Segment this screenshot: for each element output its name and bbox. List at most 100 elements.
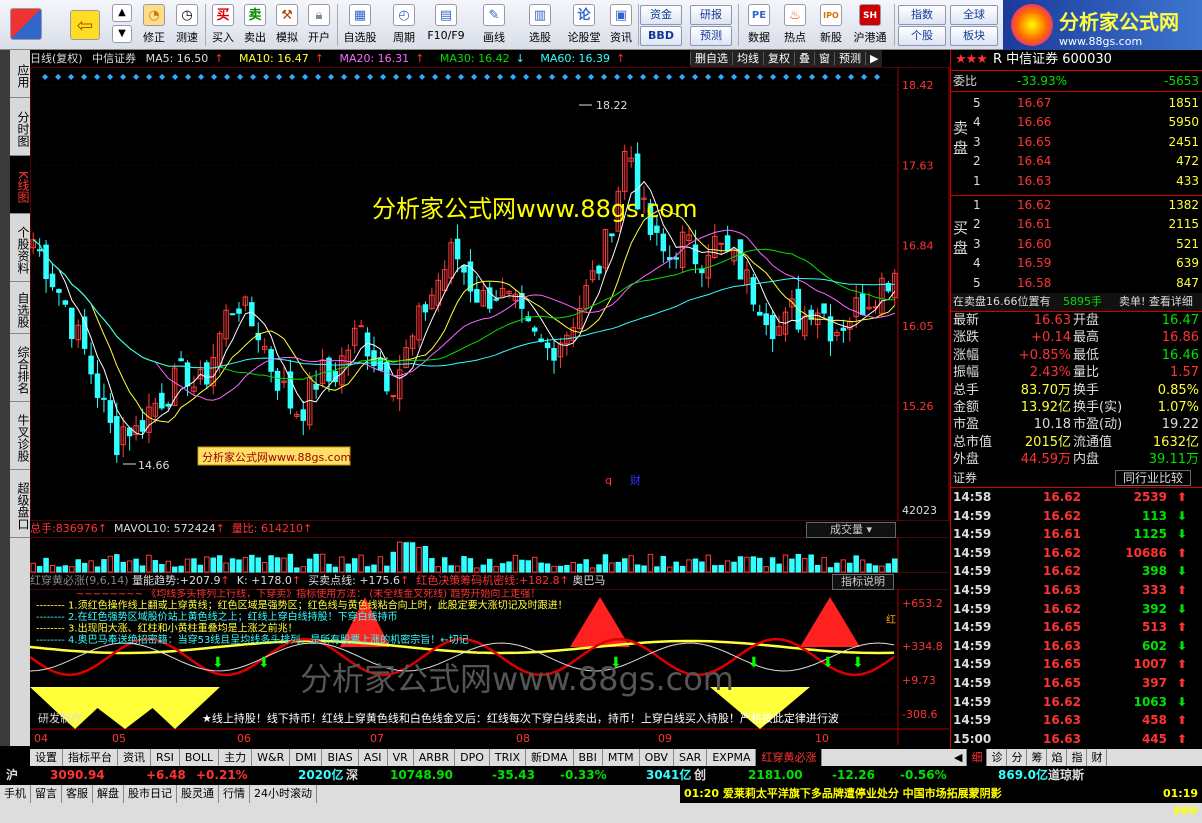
buy-level-row[interactable]: 1 16.62 1382: [951, 196, 1202, 214]
remove-watchlist-button[interactable]: 删自选: [690, 52, 732, 65]
indicator-tab[interactable]: DMI: [290, 749, 323, 766]
right-panel-tab[interactable]: 分: [1007, 749, 1028, 766]
window-button[interactable]: 窗: [814, 52, 834, 65]
industry-compare-button[interactable]: 同行业比较: [1115, 470, 1191, 486]
indicator-tab[interactable]: ASI: [359, 749, 388, 766]
fix-button[interactable]: ◔ 修正: [138, 2, 170, 48]
indicator-tab[interactable]: EXPMA: [707, 749, 757, 766]
global-button[interactable]: 全球: [950, 5, 998, 25]
indicator-tab[interactable]: W&R: [252, 749, 291, 766]
period-label[interactable]: 日线(复权): [30, 52, 83, 65]
sector-button[interactable]: 板块: [950, 26, 998, 46]
buy-level-row[interactable]: 4 16.59 639: [951, 254, 1202, 272]
watchlist-button[interactable]: ▦ 自选股: [340, 2, 380, 48]
data-button[interactable]: PE 数据: [742, 2, 776, 48]
back-button[interactable]: ⇦: [66, 2, 104, 48]
adjust-button[interactable]: 复权: [763, 52, 794, 65]
sell-level-row[interactable]: 2 16.64 472: [951, 152, 1202, 170]
home-button[interactable]: [4, 2, 48, 48]
ma-toggle-button[interactable]: 均线: [732, 52, 763, 65]
volume-dropdown[interactable]: 成交量 ▾: [806, 522, 896, 538]
forum-button[interactable]: 论论股堂: [564, 2, 604, 48]
tab-kline[interactable]: K线图: [10, 156, 30, 214]
kline-chart-area[interactable]: 日线(复权) 中信证券 MA5: 16.50 ↑ MA10: 16.47 ↑ MA2…: [30, 50, 950, 746]
tab-intraday[interactable]: 分时图: [10, 98, 30, 156]
period-button[interactable]: ◴ 周期: [384, 2, 424, 48]
indicator-tab[interactable]: DPO: [455, 749, 490, 766]
chart-canvas[interactable]: 18.4217.6316.8416.0515.26 ◆ ◆ ◆ ◆ ◆ ◆ ◆ ◆ ◆ ◆ ◆ ◆ ◆ ◆…: [30, 67, 950, 746]
tab-ranking[interactable]: 综合排名: [10, 334, 30, 402]
right-panel-tab[interactable]: 筹: [1027, 749, 1048, 766]
speed-test-button[interactable]: ◷ 测速: [172, 2, 202, 48]
status-link[interactable]: 行情: [219, 785, 250, 803]
indicator-tab[interactable]: 资讯: [118, 749, 151, 766]
buy-level-row[interactable]: 2 16.61 2115: [951, 215, 1202, 233]
indicator-tab[interactable]: RSI: [151, 749, 180, 766]
right-panel-tab[interactable]: 焰: [1047, 749, 1068, 766]
indicator-tab[interactable]: BOLL: [180, 749, 220, 766]
indicator-tab[interactable]: 设置: [30, 749, 63, 766]
indicator-help-button[interactable]: 指标说明: [832, 574, 894, 590]
scroll-left-icon[interactable]: ◀: [950, 749, 968, 766]
big-order-detail-link[interactable]: 卖单! 查看详细: [1119, 293, 1193, 311]
sell-level-row[interactable]: 4 16.66 5950: [951, 113, 1202, 131]
volume-bar: [319, 553, 326, 573]
overlay-button[interactable]: 叠: [794, 52, 814, 65]
right-panel-tab[interactable]: 财: [1087, 749, 1108, 766]
indicator-tab[interactable]: BBI: [574, 749, 603, 766]
tab-watchlist[interactable]: 自选股: [10, 282, 30, 334]
f10-button[interactable]: ▤ F10/F9: [426, 2, 466, 48]
status-link[interactable]: 解盘: [93, 785, 124, 803]
sell-button[interactable]: 卖卖出: [240, 2, 270, 48]
indicator-tab[interactable]: BIAS: [322, 749, 359, 766]
big-order-notice[interactable]: 在卖盘16.66位置有 5895手 卖单! 查看详细: [951, 293, 1202, 311]
buy-level-row[interactable]: 3 16.60 521: [951, 235, 1202, 253]
info-button[interactable]: ▣ 资讯: [606, 2, 636, 48]
forecast-button[interactable]: 预测: [690, 26, 732, 46]
tab-stock-profile[interactable]: 个股资料: [10, 214, 30, 282]
open-account-button[interactable]: 🔒︎ 开户: [304, 2, 334, 48]
draw-line-button[interactable]: ✎ 画线: [474, 2, 514, 48]
hot-button[interactable]: ♨ 热点: [778, 2, 812, 48]
status-link[interactable]: 客服: [62, 785, 93, 803]
indicator-tab[interactable]: ARBR: [414, 749, 456, 766]
status-link[interactable]: 留言: [31, 785, 62, 803]
indicator-tab[interactable]: OBV: [640, 749, 674, 766]
index-button[interactable]: 指数: [898, 5, 946, 25]
right-panel-tab[interactable]: 诊: [987, 749, 1008, 766]
ipo-button[interactable]: IPO 新股: [814, 2, 848, 48]
sell-level-row[interactable]: 5 16.67 1851: [951, 94, 1202, 112]
status-link[interactable]: 手机: [0, 785, 31, 803]
sell-level-row[interactable]: 1 16.63 433: [951, 172, 1202, 190]
predict-button[interactable]: 预测: [834, 52, 865, 65]
right-panel-tab[interactable]: 细: [967, 749, 988, 766]
buy-button[interactable]: 买买入: [208, 2, 238, 48]
fund-button[interactable]: 资金: [640, 5, 682, 25]
simulate-button[interactable]: ⚒ 模拟: [272, 2, 302, 48]
page-up-button[interactable]: ▲ ▼: [110, 2, 134, 48]
status-link[interactable]: 24小时滚动: [250, 785, 317, 803]
indicator-tab[interactable]: 新DMA: [526, 749, 574, 766]
indicator-tab[interactable]: 指标平台: [63, 749, 118, 766]
bbd-button[interactable]: BBD: [640, 26, 682, 46]
indicator-tab[interactable]: MTM: [603, 749, 640, 766]
tab-super-board[interactable]: 超级盘口: [10, 470, 30, 538]
right-panel-tab[interactable]: 指: [1067, 749, 1088, 766]
indicator-tab[interactable]: 主力: [219, 749, 253, 766]
status-link[interactable]: 股灵通: [177, 785, 219, 803]
buy-level-row[interactable]: 5 16.58 847: [951, 274, 1202, 292]
tab-apps[interactable]: 应用: [10, 50, 30, 98]
stock-select-button[interactable]: ▥ 选股: [520, 2, 560, 48]
indicator-tab[interactable]: SAR: [674, 749, 708, 766]
shhk-button[interactable]: SH 沪港通: [850, 2, 890, 48]
news-ticker[interactable]: 01:20 爱莱莉太平洋旗下多品牌遭停业处分 中国市场拓展蒙阴影: [680, 785, 1146, 803]
more-button[interactable]: ▶: [865, 52, 883, 65]
stock-button[interactable]: 个股: [898, 26, 946, 46]
indicator-tab[interactable]: TRIX: [490, 749, 527, 766]
status-link[interactable]: 股市日记: [124, 785, 177, 803]
sell-level-row[interactable]: 3 16.65 2451: [951, 133, 1202, 151]
research-button[interactable]: 研报: [690, 5, 732, 25]
tab-diagnosis[interactable]: 牛叉诊股: [10, 402, 30, 470]
indicator-tab[interactable]: VR: [388, 749, 414, 766]
indicator-tab[interactable]: 红穿黄必涨: [756, 749, 823, 766]
